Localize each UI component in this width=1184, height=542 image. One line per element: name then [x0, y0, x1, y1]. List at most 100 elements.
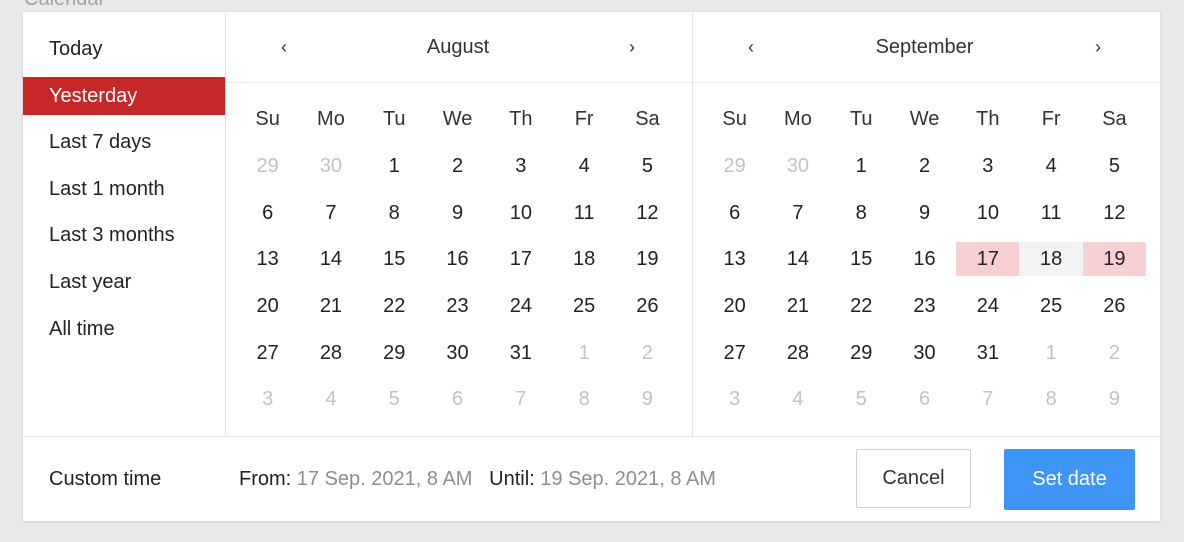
day-cell[interactable]: 9	[426, 196, 489, 230]
day-cell[interactable]: 18	[1019, 242, 1083, 277]
day-cell[interactable]: 25	[552, 289, 615, 323]
day-cell[interactable]: 6	[703, 196, 766, 230]
day-cell[interactable]: 12	[616, 196, 679, 230]
day-cell[interactable]: 17	[956, 242, 1020, 277]
day-cell[interactable]: 30	[766, 149, 829, 183]
preset-last-7-days[interactable]: Last 7 days	[23, 123, 225, 161]
day-cell[interactable]: 8	[363, 196, 426, 230]
day-cell[interactable]: 28	[766, 336, 829, 370]
day-cell[interactable]: 16	[426, 242, 489, 276]
day-cell[interactable]: 6	[893, 382, 956, 416]
day-cell[interactable]: 3	[489, 149, 552, 183]
day-cell[interactable]: 13	[703, 242, 766, 276]
day-cell[interactable]: 7	[299, 196, 362, 230]
day-cell[interactable]: 11	[1019, 196, 1082, 230]
week-row: 6 7 8 9 10 11 12	[703, 189, 1148, 236]
day-cell[interactable]: 1	[1019, 336, 1082, 370]
day-cell[interactable]: 21	[299, 289, 362, 323]
day-cell[interactable]: 7	[489, 382, 552, 416]
day-cell[interactable]: 4	[299, 382, 362, 416]
day-cell[interactable]: 15	[363, 242, 426, 276]
day-cell[interactable]: 27	[703, 336, 766, 370]
day-cell[interactable]: 14	[766, 242, 829, 276]
day-cell[interactable]: 24	[956, 289, 1019, 323]
preset-today[interactable]: Today	[23, 30, 225, 68]
day-cell[interactable]: 4	[1019, 149, 1082, 183]
day-cell[interactable]: 22	[830, 289, 893, 323]
chevron-right-icon[interactable]: ›	[620, 37, 644, 58]
day-cell[interactable]: 8	[830, 196, 893, 230]
day-cell[interactable]: 19	[616, 242, 679, 276]
day-cell[interactable]: 28	[299, 336, 362, 370]
day-cell[interactable]: 18	[552, 242, 615, 276]
chevron-right-icon[interactable]: ›	[1086, 37, 1110, 58]
week-row: 27 28 29 30 31 1 2	[236, 329, 682, 376]
chevron-left-icon[interactable]: ‹	[739, 37, 763, 58]
day-cell[interactable]: 30	[299, 149, 362, 183]
day-cell[interactable]: 29	[363, 336, 426, 370]
week-row: 27 28 29 30 31 1 2	[703, 329, 1148, 376]
day-cell[interactable]: 6	[426, 382, 489, 416]
preset-last-1-month[interactable]: Last 1 month	[23, 170, 225, 208]
preset-last-3-months[interactable]: Last 3 months	[23, 216, 225, 254]
day-cell[interactable]: 5	[363, 382, 426, 416]
day-cell[interactable]: 8	[552, 382, 615, 416]
day-cell[interactable]: 3	[236, 382, 299, 416]
day-cell[interactable]: 2	[616, 336, 679, 370]
day-cell[interactable]: 9	[893, 196, 956, 230]
day-cell[interactable]: 8	[1019, 382, 1082, 416]
day-cell[interactable]: 2	[426, 149, 489, 183]
day-cell[interactable]: 25	[1019, 289, 1082, 323]
day-cell[interactable]: 13	[236, 242, 299, 276]
day-cell[interactable]: 11	[552, 196, 615, 230]
day-cell[interactable]: 3	[956, 149, 1019, 183]
day-cell[interactable]: 1	[552, 336, 615, 370]
day-cell[interactable]: 19	[1082, 242, 1147, 277]
day-cell[interactable]: 9	[1083, 382, 1146, 416]
day-cell[interactable]: 26	[616, 289, 679, 323]
day-cell[interactable]: 15	[830, 242, 893, 276]
day-cell[interactable]: 24	[489, 289, 552, 323]
day-cell[interactable]: 14	[299, 242, 362, 276]
day-cell[interactable]: 9	[616, 382, 679, 416]
preset-yesterday[interactable]: Yesterday	[23, 76, 225, 115]
day-cell[interactable]: 16	[893, 242, 956, 276]
day-cell[interactable]: 1	[830, 149, 893, 183]
day-cell[interactable]: 27	[236, 336, 299, 370]
day-cell[interactable]: 5	[616, 149, 679, 183]
cancel-button[interactable]: Cancel	[856, 449, 971, 508]
day-cell[interactable]: 30	[426, 336, 489, 370]
day-cell[interactable]: 26	[1083, 289, 1146, 323]
day-cell[interactable]: 29	[830, 336, 893, 370]
day-cell[interactable]: 31	[489, 336, 552, 370]
day-cell[interactable]: 30	[893, 336, 956, 370]
day-cell[interactable]: 10	[956, 196, 1019, 230]
day-cell[interactable]: 4	[552, 149, 615, 183]
day-cell[interactable]: 5	[1083, 149, 1146, 183]
chevron-left-icon[interactable]: ‹	[272, 37, 296, 58]
day-cell[interactable]: 6	[236, 196, 299, 230]
set-date-button[interactable]: Set date	[1004, 449, 1135, 510]
preset-all-time[interactable]: All time	[23, 310, 225, 348]
day-cell[interactable]: 21	[766, 289, 829, 323]
day-cell[interactable]: 31	[956, 336, 1019, 370]
day-cell[interactable]: 20	[703, 289, 766, 323]
day-cell[interactable]: 17	[489, 242, 552, 276]
day-cell[interactable]: 2	[1083, 336, 1146, 370]
day-cell[interactable]: 23	[893, 289, 956, 323]
preset-last-year[interactable]: Last year	[23, 263, 225, 301]
day-cell[interactable]: 4	[766, 382, 829, 416]
day-cell[interactable]: 3	[703, 382, 766, 416]
day-cell[interactable]: 5	[830, 382, 893, 416]
day-cell[interactable]: 12	[1083, 196, 1146, 230]
day-cell[interactable]: 7	[956, 382, 1019, 416]
day-cell[interactable]: 23	[426, 289, 489, 323]
day-cell[interactable]: 22	[363, 289, 426, 323]
day-cell[interactable]: 2	[893, 149, 956, 183]
day-cell[interactable]: 29	[236, 149, 299, 183]
day-cell[interactable]: 1	[363, 149, 426, 183]
day-cell[interactable]: 20	[236, 289, 299, 323]
day-cell[interactable]: 29	[703, 149, 766, 183]
day-cell[interactable]: 10	[489, 196, 552, 230]
day-cell[interactable]: 7	[766, 196, 829, 230]
